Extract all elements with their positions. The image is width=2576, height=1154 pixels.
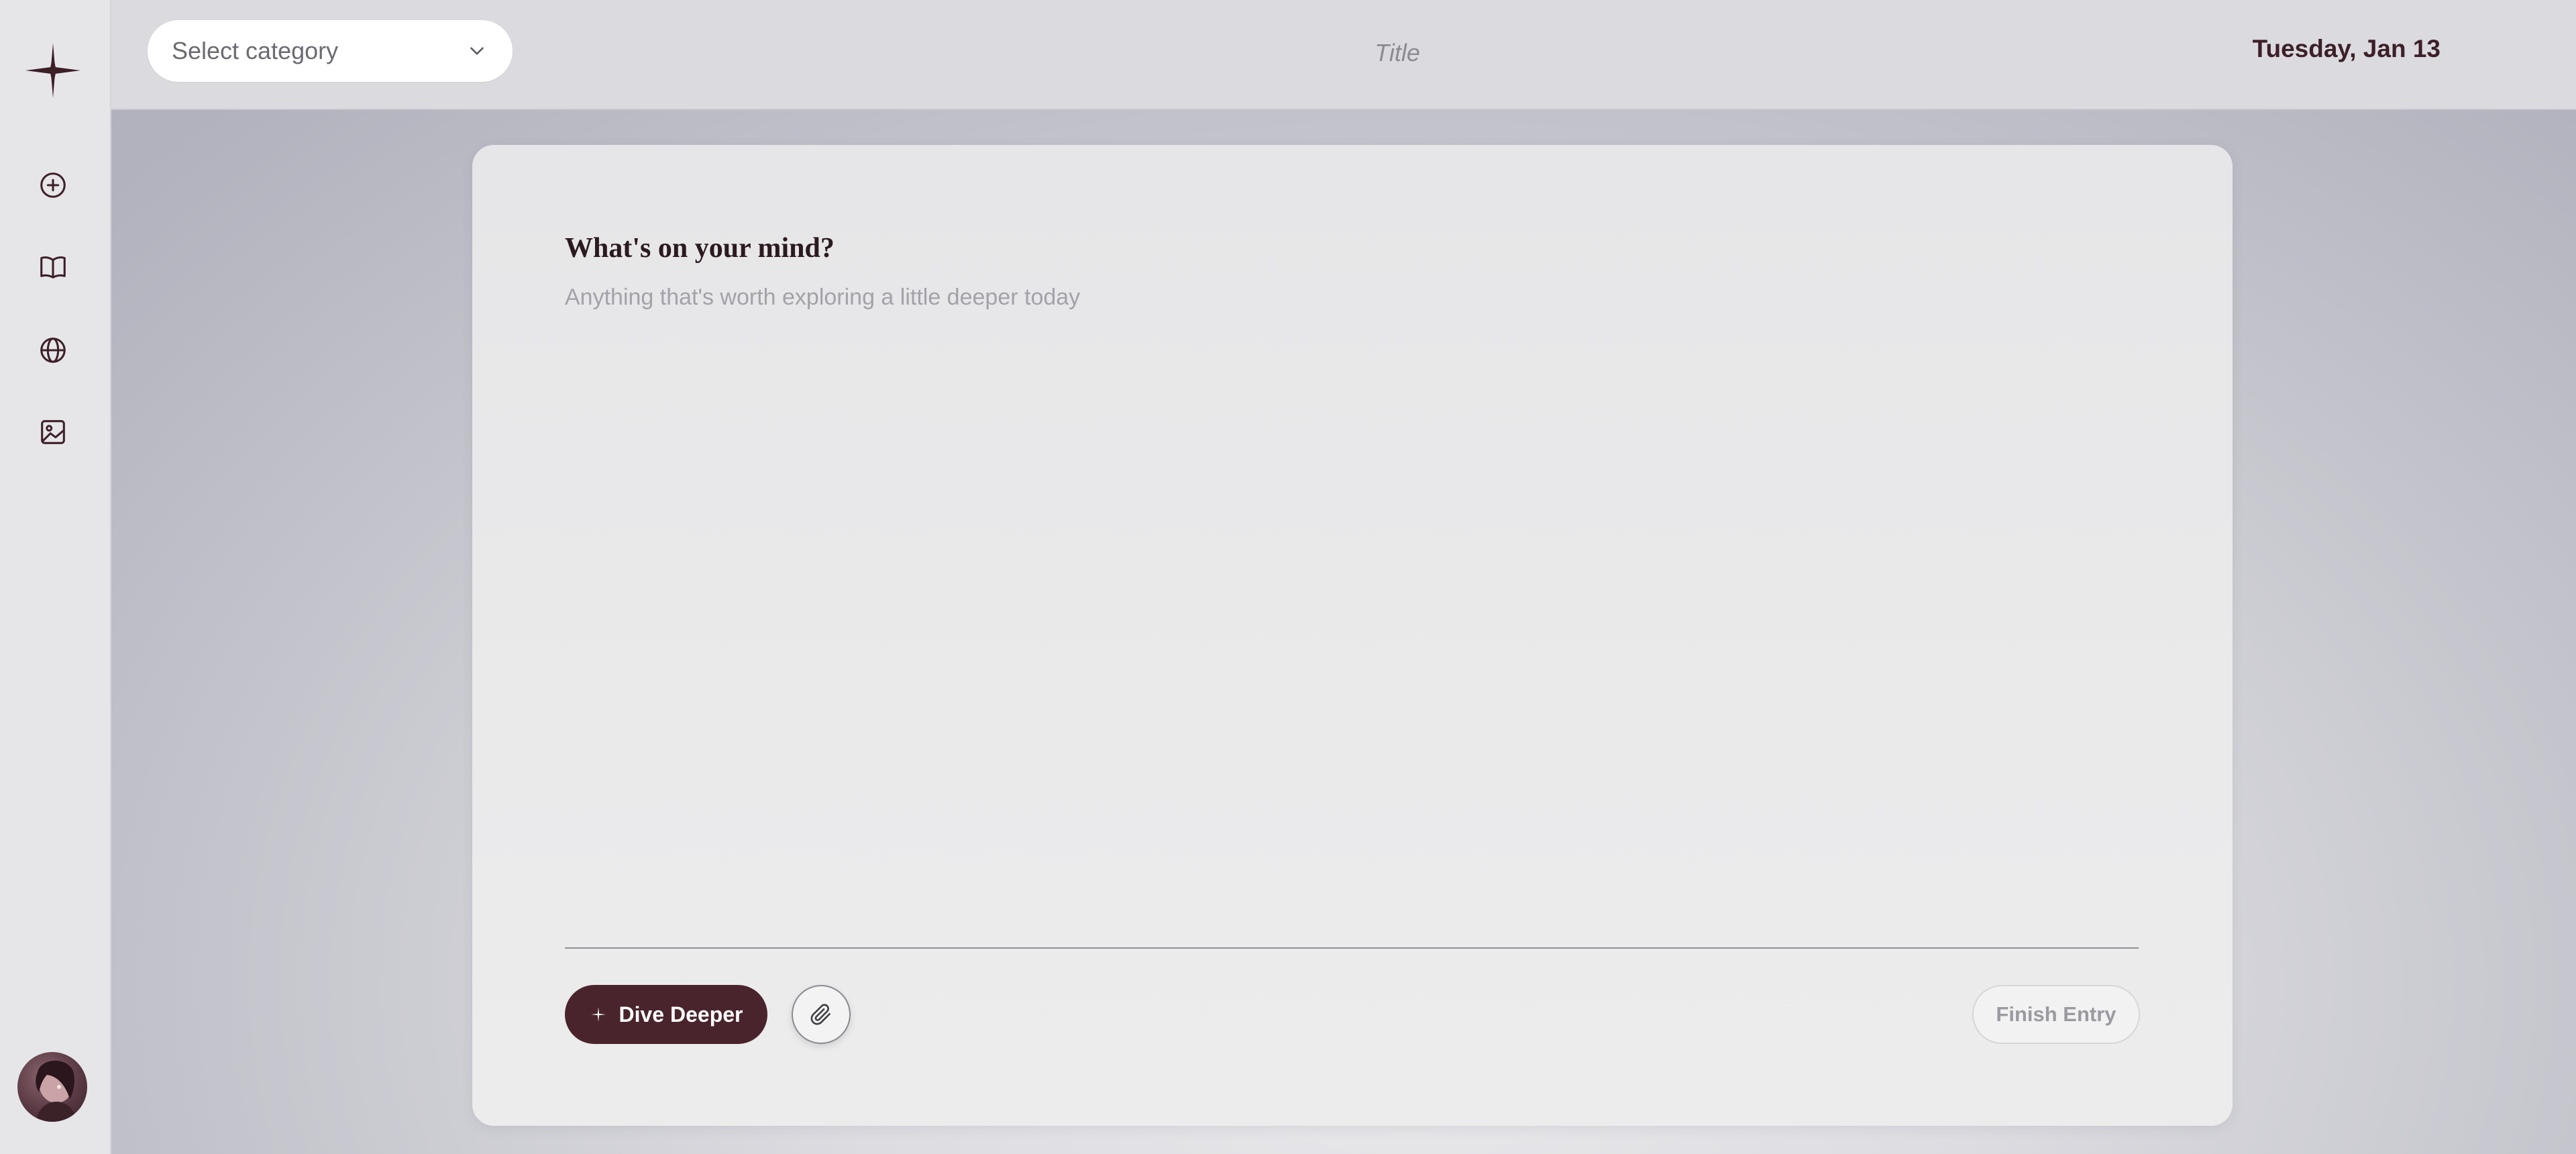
top-bar: Select category Tuesday, Jan 13 — [111, 0, 2576, 110]
prompt-heading: What's on your mind? — [565, 233, 835, 264]
chevron-down-icon — [470, 47, 484, 55]
journal-button[interactable] — [34, 248, 72, 286]
avatar[interactable] — [17, 1052, 87, 1122]
attach-button[interactable] — [792, 985, 851, 1044]
category-select-label: Select category — [172, 37, 339, 64]
sparkle-icon — [590, 1007, 606, 1022]
entry-body-textarea[interactable] — [565, 284, 2139, 1056]
title-input[interactable] — [1185, 34, 1610, 72]
globe-icon — [40, 337, 66, 363]
gallery-button[interactable] — [34, 413, 72, 452]
finish-entry-button[interactable]: Finish Entry — [1972, 985, 2140, 1044]
dive-deeper-label: Dive Deeper — [619, 1002, 743, 1027]
new-entry-button[interactable] — [34, 166, 72, 205]
entry-editor-card: What's on your mind? Dive Deeper Finish … — [472, 145, 2233, 1126]
paperclip-icon — [810, 1004, 830, 1025]
divider — [565, 947, 2139, 949]
category-select[interactable]: Select category — [148, 20, 513, 82]
date-label: Tuesday, Jan 13 — [2252, 35, 2440, 62]
book-open-icon — [40, 256, 66, 278]
explore-button[interactable] — [34, 331, 72, 370]
sparkle-logo-icon[interactable] — [24, 42, 82, 99]
dive-deeper-button[interactable]: Dive Deeper — [565, 985, 767, 1044]
plus-circle-icon — [40, 172, 66, 198]
sidebar — [0, 0, 111, 1154]
image-icon — [41, 420, 65, 444]
